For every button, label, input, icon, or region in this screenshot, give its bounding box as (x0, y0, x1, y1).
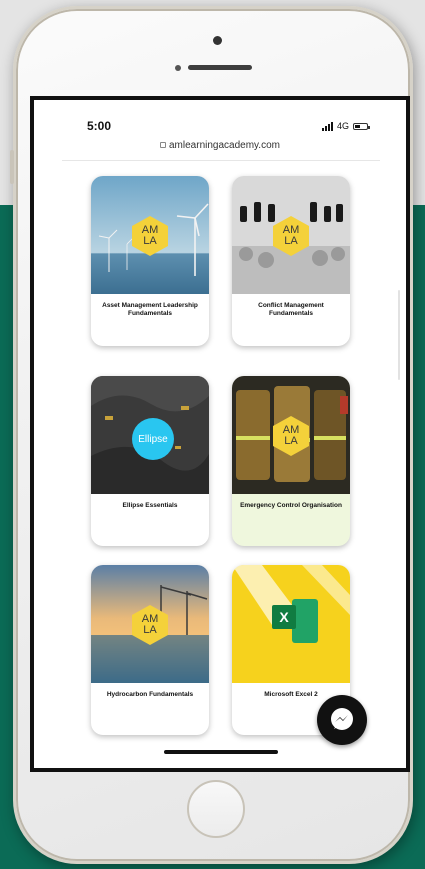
course-title: Asset Management Leadership Fundamentals (102, 302, 198, 318)
course-title: Conflict Management Fundamentals (258, 302, 324, 318)
status-time: 5:00 (87, 119, 112, 133)
address-bar[interactable]: amlearningacademy.com (34, 140, 406, 151)
signal-icon (321, 121, 333, 131)
course-card-emergency-control[interactable]: AM LA Emergency Control Organisation (232, 376, 350, 546)
excel-icon: X (279, 609, 289, 625)
screen-content: 5:00 4G amlearningacademy.com AM LA Asse… (34, 100, 406, 768)
network-label: 4G (336, 121, 349, 131)
course-title: Ellipse Essentials (122, 502, 178, 509)
course-card-ellipse-essentials[interactable]: Ellipse Ellipse Essentials (91, 376, 209, 546)
home-button[interactable] (187, 780, 245, 838)
earpiece-speaker (188, 65, 252, 70)
course-title: Emergency Control Organisation (240, 502, 342, 509)
front-camera (213, 36, 222, 45)
lock-icon (160, 142, 166, 149)
status-indicators: 4G (321, 121, 370, 131)
url-text: amlearningacademy.com (169, 140, 280, 151)
battery-icon (353, 122, 370, 130)
messenger-chat-button[interactable] (317, 695, 367, 745)
home-indicator (164, 750, 278, 754)
course-title: Hydrocarbon Fundamentals (106, 691, 194, 698)
course-card-hydrocarbon[interactable]: AM LA Hydrocarbon Fundamentals (91, 565, 209, 735)
phone-screen: 5:00 4G amlearningacademy.com AM LA Asse… (30, 96, 410, 772)
course-card-asset-management[interactable]: AM LA Asset Management Leadership Fundame… (91, 176, 209, 346)
ellipse-badge: Ellipse (132, 418, 174, 460)
messenger-icon (331, 708, 353, 730)
course-card-conflict-management[interactable]: AM LA Conflict Management Fundamentals (232, 176, 350, 346)
header-divider (62, 160, 380, 161)
phone-side-button (10, 150, 14, 184)
proximity-sensor (175, 65, 181, 71)
scrollbar[interactable] (398, 290, 400, 380)
